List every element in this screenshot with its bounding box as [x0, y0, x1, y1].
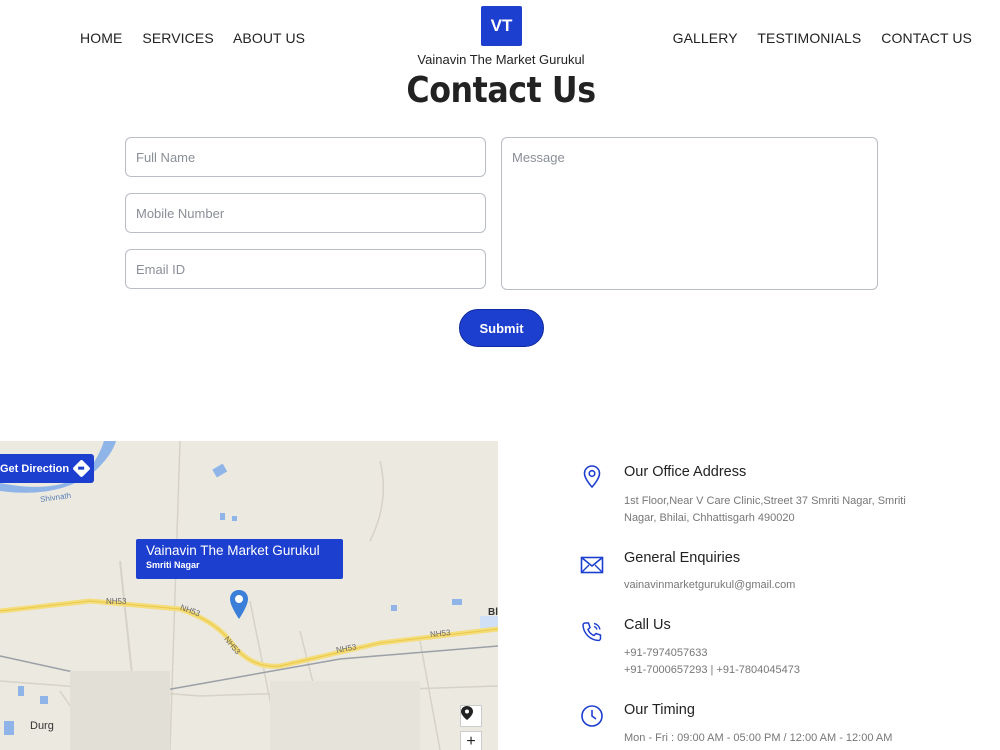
direction-icon: [72, 459, 91, 478]
nav-home[interactable]: HOME: [80, 30, 122, 46]
phone-icon: [582, 622, 602, 642]
general-enquiries-title: General Enquiries: [624, 550, 741, 566]
clock-icon: [581, 705, 603, 727]
location-icon: [583, 465, 601, 488]
road-label: NH53: [106, 597, 127, 606]
get-direction-button[interactable]: Get Direction: [0, 454, 94, 483]
map-pin-icon: [461, 706, 473, 720]
map-edge-label: Bl: [488, 607, 498, 618]
message-textarea[interactable]: Message: [501, 137, 878, 290]
nav-services[interactable]: SERVICES: [142, 30, 213, 46]
office-address-title: Our Office Address: [624, 464, 747, 480]
timing-text: Mon - Fri : 09:00 AM - 05:00 PM / 12:00 …: [624, 732, 893, 744]
nav-contact-us[interactable]: CONTACT US: [881, 30, 972, 46]
phone-number[interactable]: +91-7000657293 | +91-7804045473: [624, 662, 914, 679]
place-name: Vainavin The Market Gurukul: [146, 543, 320, 558]
nav-right: GALLERY TESTIMONIALS CONTACT US: [657, 30, 972, 46]
nav-about-us[interactable]: ABOUT US: [233, 30, 305, 46]
enquiry-email[interactable]: vainavinmarketgurukul@gmail.com: [624, 577, 914, 594]
place-label: Vainavin The Market Gurukul Smriti Nagar: [136, 539, 343, 579]
call-us-title: Call Us: [624, 617, 671, 633]
zoom-in-button[interactable]: +: [460, 731, 482, 750]
location-pin-icon[interactable]: [229, 589, 249, 621]
address-line: Nagar, Bhilai, Chhattisgarh 490020: [624, 512, 795, 524]
mobile-number-input[interactable]: Mobile Number: [125, 193, 486, 233]
full-name-input[interactable]: Full Name: [125, 137, 486, 177]
phone-number[interactable]: +91-7974057633: [624, 645, 914, 662]
map-graphic: [0, 441, 498, 750]
location-map[interactable]: Get Direction Shivnath NH53 NH53 NH53 NH…: [0, 441, 498, 750]
page-title: Contact Us: [406, 70, 596, 111]
phone-numbers: +91-7974057633 +91-7000657293 | +91-7804…: [624, 645, 914, 679]
nav-gallery[interactable]: GALLERY: [673, 30, 738, 46]
office-address-text: 1st Floor,Near V Care Clinic,Street 37 S…: [624, 493, 914, 527]
nav-left: HOME SERVICES ABOUT US: [80, 30, 321, 46]
nav-testimonials[interactable]: TESTIMONIALS: [757, 30, 861, 46]
mail-icon: [580, 556, 604, 574]
city-label: Durg: [30, 720, 54, 732]
brand-name: Vainavin The Market Gurukul: [417, 52, 585, 67]
place-subtitle: Smriti Nagar: [146, 560, 200, 570]
locate-button[interactable]: [460, 705, 482, 727]
logo[interactable]: VT: [481, 6, 522, 46]
get-direction-label: Get Direction: [0, 462, 70, 475]
address-line: 1st Floor,Near V Care Clinic,Street 37 S…: [624, 495, 906, 507]
our-timing-title: Our Timing: [624, 702, 695, 718]
email-input[interactable]: Email ID: [125, 249, 486, 289]
submit-button[interactable]: Submit: [459, 309, 544, 347]
